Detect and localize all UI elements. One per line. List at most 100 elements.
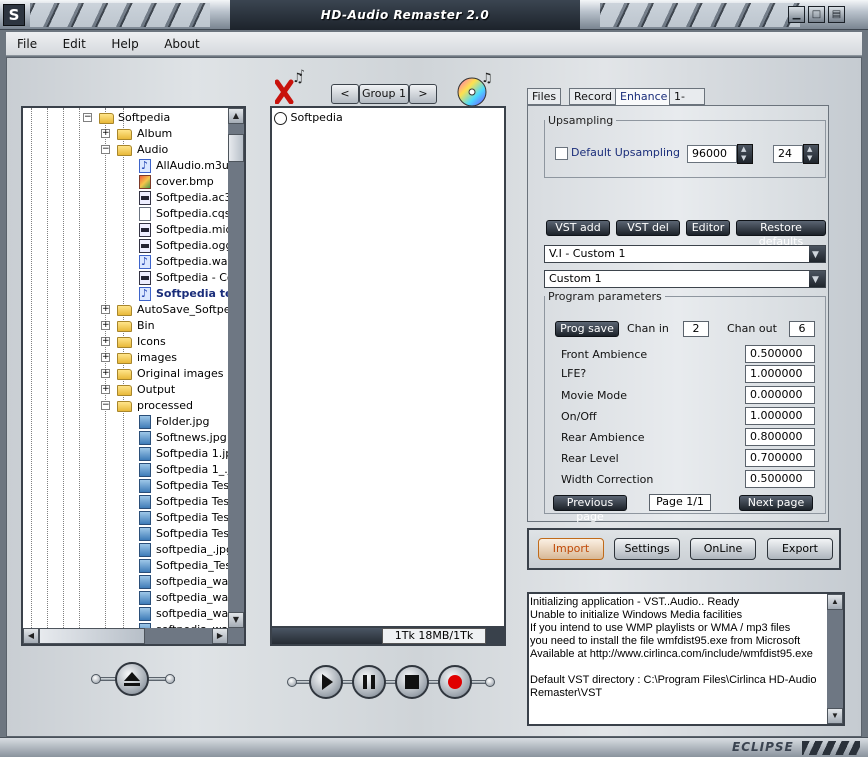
bit-depth-spinner[interactable] [803,144,819,164]
previous-page-button[interactable]: Previous page [553,495,627,523]
stop-icon [405,675,419,689]
expand-icon[interactable]: + [101,385,110,394]
tree-label: Softpedia tes [156,286,240,302]
tree-horizontal-scrollbar[interactable]: ◀ ▶ [23,628,244,644]
folder-icon [117,385,132,396]
title-bar: S HD-Audio Remaster 2.0 ▁ □ ▤ [0,0,868,30]
tab-files[interactable]: Files [527,88,562,105]
collapse-icon[interactable]: − [83,113,92,122]
export-button[interactable]: Export [767,538,833,560]
param-value-input[interactable]: 1.000000 [745,365,815,383]
scroll-up-icon[interactable]: ▲ [827,594,843,610]
playlist-item-label: Softpedia [290,111,343,124]
menu-edit[interactable]: Edit [52,32,97,56]
scroll-thumb[interactable] [39,628,145,644]
expand-icon[interactable]: + [101,337,110,346]
chevron-down-icon[interactable] [809,246,825,263]
param-value-input[interactable]: 0.500000 [745,470,815,488]
param-value-input[interactable]: 0.500000 [745,345,815,363]
prog-save-button[interactable]: Prog save [555,321,619,337]
burn-cd-icon[interactable]: ♫ [457,70,497,107]
vst-add-button[interactable]: VST add [546,220,610,236]
stop-button[interactable] [395,665,429,699]
record-button[interactable] [438,665,472,699]
log-scrollbar[interactable]: ▲ ▼ [827,594,843,724]
sample-rate-spinner[interactable] [737,144,753,164]
restore-defaults-button[interactable]: Restore defaults [736,220,826,248]
vst-plugin-value: V.I - Custom 1 [549,247,626,260]
tab-1-click[interactable]: 1-Click [669,88,706,118]
menu-file[interactable]: File [6,32,48,56]
tree-guide [47,108,48,644]
expand-icon[interactable]: + [101,353,110,362]
expand-icon[interactable]: + [101,305,110,314]
title-stripes-right [600,3,800,27]
app-logo-icon: S [3,4,25,26]
prev-group-button[interactable]: < [331,84,359,104]
restore-button[interactable]: □ [808,6,825,23]
audio-file-icon [139,223,151,237]
upsampling-legend: Upsampling [548,114,614,127]
upsampling-group: Upsampling Default Upsampling 96000 24 [544,114,826,178]
vst-plugin-select[interactable]: V.I - Custom 1 [544,245,826,263]
expand-icon[interactable]: + [101,129,110,138]
next-group-button[interactable]: > [409,84,437,104]
minimize-button[interactable]: ▁ [788,6,805,23]
playlist-status-bar: 1Tk 18MB/1Tk [270,626,506,646]
playlist-panel[interactable]: Softpedia [270,106,506,644]
playlist-item[interactable]: Softpedia [274,110,343,126]
play-button[interactable] [309,665,343,699]
playlist-summary: 1Tk 18MB/1Tk [382,628,486,644]
music-file-icon [139,286,151,302]
scroll-down-icon[interactable]: ▼ [228,612,244,628]
clear-playlist-icon[interactable]: ♫ ♪ [274,68,305,105]
expand-icon[interactable]: + [101,321,110,330]
param-value-input[interactable]: 0.800000 [745,428,815,446]
menu-help[interactable]: Help [100,32,149,56]
chan-out-value[interactable]: 6 [789,321,815,337]
param-label: Front Ambience [561,348,648,361]
image-file-icon [139,527,151,541]
editor-button[interactable]: Editor [686,220,730,236]
default-upsampling-checkbox[interactable] [555,147,568,160]
file-tree[interactable]: − Softpedia + Album − Audio AllAudio.m3u… [21,106,246,646]
collapse-icon[interactable]: − [101,401,110,410]
settings-button[interactable]: Settings [614,538,680,560]
folder-icon [117,129,132,140]
tree-label: Output [137,383,176,396]
expand-icon[interactable]: + [101,369,110,378]
folder-icon [117,305,132,316]
import-button[interactable]: Import [538,538,604,560]
page-indicator: Page 1/1 [649,494,711,511]
bit-depth-input[interactable]: 24 [773,145,803,163]
maximize-button[interactable]: ▤ [828,6,845,23]
param-value-input[interactable]: 0.700000 [745,449,815,467]
tab-record[interactable]: Record [569,88,618,105]
sample-rate-input[interactable]: 96000 [687,145,737,163]
scroll-thumb[interactable] [228,134,244,162]
menu-about[interactable]: About [153,32,210,56]
scroll-left-icon[interactable]: ◀ [23,628,39,644]
tree-guide [31,108,32,644]
tree-vertical-scrollbar[interactable]: ▲ ▼ [228,108,244,628]
collapse-icon[interactable]: − [101,145,110,154]
online-button[interactable]: OnLine [690,538,756,560]
next-page-button[interactable]: Next page [739,495,813,511]
eject-button[interactable] [115,662,149,696]
param-value-input[interactable]: 1.000000 [745,407,815,425]
tab-enhance[interactable]: Enhance [615,88,673,106]
vst-del-button[interactable]: VST del [616,220,680,236]
menu-bar: File Edit Help About [6,32,862,56]
image-file-icon [139,431,151,445]
chan-in-value[interactable]: 2 [683,321,709,337]
scroll-up-icon[interactable]: ▲ [228,108,244,124]
pause-button[interactable] [352,665,386,699]
chevron-down-icon[interactable] [809,271,825,288]
param-value-input[interactable]: 0.000000 [745,386,815,404]
scroll-down-icon[interactable]: ▼ [827,708,843,724]
tree-label: Softpedia.cqs [156,207,231,220]
vst-preset-select[interactable]: Custom 1 [544,270,826,288]
chan-out-label: Chan out [727,322,777,335]
scroll-right-icon[interactable]: ▶ [212,628,228,644]
group-selector[interactable]: Group 1 [359,84,409,104]
